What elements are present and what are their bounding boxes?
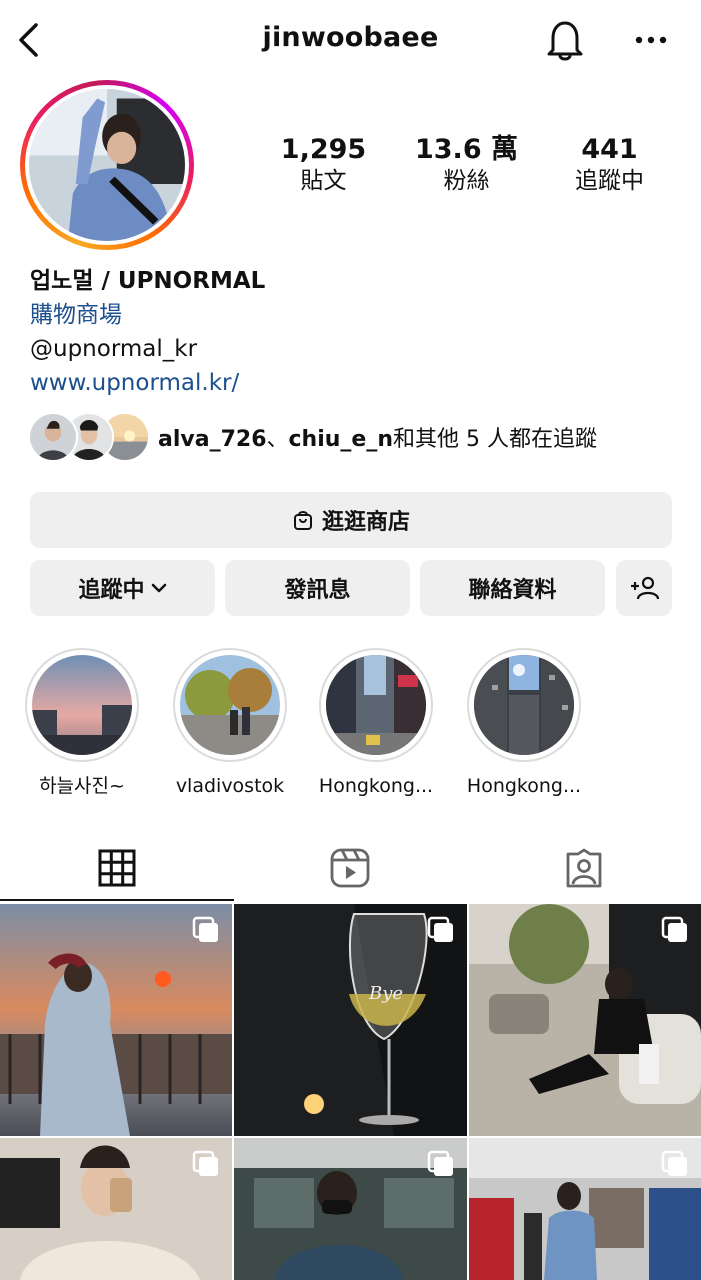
bell-icon [547,21,583,61]
contact-label: 聯絡資料 [468,578,557,603]
following-count-value: 441 [581,134,638,165]
tab-tagged[interactable] [467,835,701,901]
followed-by-row[interactable]: alva_726、chiu_e_n和其他 5 人都在追蹤 [28,408,678,466]
profile-display-name: 업노멀 / UPNORMAL [30,268,266,294]
top-bar: jinwoobaee [0,0,701,80]
story-highlights: 하늘사진~ vladivostok Hongkong... Hongkong..… [0,648,701,808]
add-user-icon [631,576,659,600]
profile-tabs [0,835,701,901]
carousel-icon [427,1150,453,1176]
carousel-icon [192,916,218,942]
mutual-avatar [28,412,78,462]
highlight-thumbnail [32,655,132,755]
highlight-thumbnail [180,655,280,755]
tagged-person-icon [566,848,602,888]
highlight-item[interactable]: Hongkong... [454,648,594,798]
highlight-label: Hongkong... [318,775,434,797]
mutual-suffix: 和其他 5 人都在追蹤 [393,427,597,452]
followers-count-label: 粉絲 [443,168,490,194]
highlight-item[interactable]: vladivostok [160,648,300,798]
chevron-down-icon [151,583,166,593]
carousel-icon [661,916,687,942]
view-shop-button[interactable]: 逛逛商店 [30,492,672,548]
highlight-label: 하늘사진~ [39,775,125,797]
carousel-icon [192,1150,218,1176]
carousel-icon [427,916,453,942]
profile-username: jinwoobaee [262,22,439,53]
profile-stats: 1,295 貼文 13.6 萬 粉絲 441 追蹤中 [252,134,682,196]
post-thumbnail[interactable] [0,1138,232,1280]
posts-count-label: 貼文 [300,168,347,194]
mutual-avatars [28,410,150,464]
mutual-user-1[interactable]: alva_726 [158,427,267,452]
highlight-item[interactable]: Hongkong... [306,648,446,798]
posts-grid: Bye [0,904,701,1280]
profile-avatar[interactable] [20,80,194,250]
grid-icon [98,849,136,887]
profile-category[interactable]: 購物商場 [30,298,670,332]
reels-icon [331,848,370,888]
notification-button[interactable] [542,16,588,64]
highlight-item[interactable]: 하늘사진~ [12,648,152,798]
view-shop-label: 逛逛商店 [321,510,410,535]
highlight-thumbnail [326,655,426,755]
message-label: 發訊息 [284,578,351,603]
posts-count[interactable]: 1,295 貼文 [252,134,395,196]
profile-website-link[interactable]: www.upnormal.kr/ [30,366,670,400]
post-thumbnail[interactable]: Bye [234,904,467,1136]
message-button[interactable]: 發訊息 [225,560,410,616]
svg-text:Bye: Bye [368,983,403,1004]
highlight-thumbnail [474,655,574,755]
post-thumbnail[interactable] [0,904,232,1136]
following-label: 追蹤中 [78,578,145,603]
highlight-label: Hongkong... [466,775,582,797]
followers-count[interactable]: 13.6 萬 粉絲 [395,134,538,196]
post-thumbnail[interactable] [469,1138,701,1280]
suggested-users-button[interactable] [616,560,672,616]
highlight-label: vladivostok [175,775,285,797]
shopping-bag-icon [293,511,312,530]
following-button[interactable]: 追蹤中 [30,560,215,616]
mutual-separator: 、 [266,427,289,452]
mutual-user-2[interactable]: chiu_e_n [289,427,394,452]
carousel-icon [661,1150,687,1176]
tab-posts-grid[interactable] [0,835,234,901]
followed-by-text: alva_726、chiu_e_n和其他 5 人都在追蹤 [158,421,597,453]
more-options-button[interactable] [628,18,674,62]
contact-button[interactable]: 聯絡資料 [420,560,605,616]
following-count-label: 追蹤中 [575,168,644,194]
more-dots-icon [635,36,667,44]
post-thumbnail[interactable] [234,1138,467,1280]
post-thumbnail[interactable] [469,904,701,1136]
followers-count-value: 13.6 萬 [414,134,519,165]
profile-bio: 업노멀 / UPNORMAL 購物商場 @upnormal_kr www.upn… [30,264,670,400]
avatar-photo [29,89,185,241]
following-count[interactable]: 441 追蹤中 [538,134,681,196]
profile-handle[interactable]: @upnormal_kr [30,332,670,366]
tab-reels[interactable] [234,835,468,901]
posts-count-value: 1,295 [280,134,367,165]
